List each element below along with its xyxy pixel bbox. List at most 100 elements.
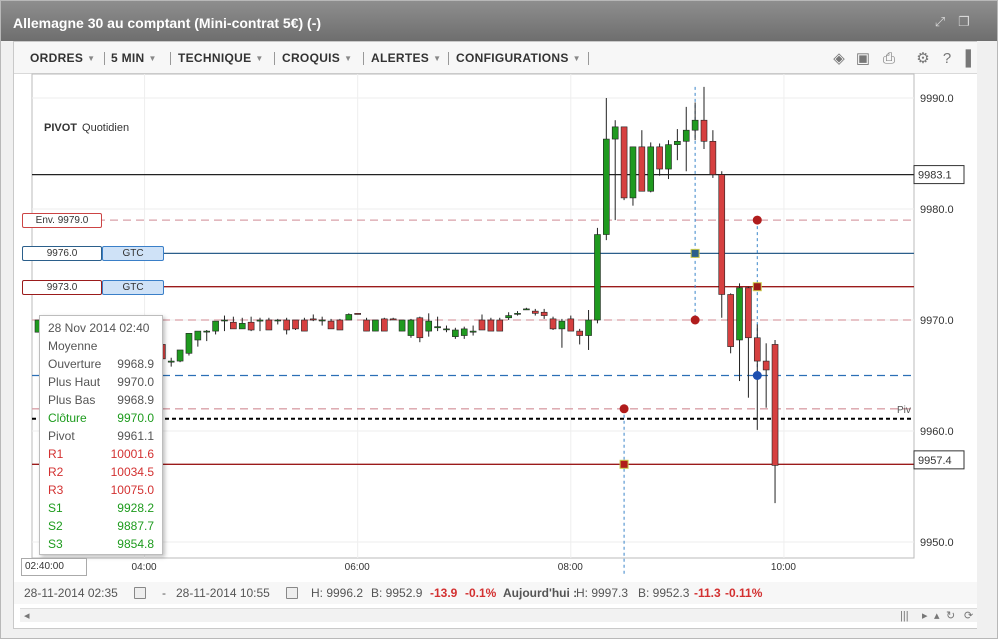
candle-body	[274, 319, 282, 322]
candle-body	[363, 319, 370, 332]
tooltip-row-label: Plus Bas	[48, 393, 96, 407]
tooltip-row-label: Ouverture	[48, 357, 102, 371]
pivot-tag: Piv	[897, 405, 911, 416]
candle-body	[407, 319, 415, 336]
indicator-name: PIVOT	[44, 122, 78, 134]
vertical-scrollbar[interactable]	[977, 41, 989, 629]
order-marker	[690, 315, 700, 325]
order-marker	[619, 459, 629, 469]
candle-body	[434, 326, 441, 329]
candle-body	[736, 287, 743, 341]
tooltip-row-label: Clôture	[48, 411, 87, 425]
reset-icon[interactable]: ⟳	[964, 609, 973, 623]
indicator-label: PIVOT Quotidien	[44, 122, 129, 134]
candle-body	[665, 144, 672, 170]
order-marker	[690, 248, 700, 258]
tooltip-row-label: S3	[48, 537, 63, 551]
candle-body	[478, 319, 486, 331]
candle-body	[656, 146, 663, 170]
candle-body	[469, 330, 477, 333]
candle-body	[372, 319, 379, 332]
y-tick-label: 9960.0	[920, 426, 954, 438]
candle-body	[336, 319, 344, 331]
scroll-thumb-icon[interactable]: |||	[900, 609, 909, 623]
candle-body	[443, 328, 450, 331]
tooltip-row-value: 10034.5	[110, 465, 154, 479]
gtc-tag[interactable]: GTC	[102, 279, 164, 295]
gtc-tag[interactable]: GTC	[102, 246, 164, 262]
candle-body	[700, 119, 708, 142]
tooltip-row-label: R2	[48, 465, 64, 479]
candle-body	[558, 320, 566, 330]
tooltip-row-value: 9887.7	[117, 519, 154, 533]
tooltip-row-value: 9961.1	[117, 429, 154, 443]
time-input[interactable]: 02:40:00	[21, 558, 87, 576]
candle-body	[620, 126, 628, 199]
x-tick-label: 04:00	[132, 562, 157, 573]
tooltip-row: R3 10075.0	[48, 481, 154, 499]
restore-icon[interactable]: ❐	[957, 15, 971, 29]
candle-body	[549, 318, 557, 330]
candle-body	[603, 138, 610, 235]
tooltip-rows: Ouverture 9968.9 Plus Haut 9970.0 Plus Bas 99…	[48, 355, 154, 553]
candle-body	[292, 319, 299, 330]
tooltip-date: 28 Nov 2014 02:40	[48, 321, 150, 335]
tooltip-row-value: 9968.9	[117, 393, 154, 407]
calendar-icon[interactable]	[134, 587, 146, 599]
candle-body	[265, 319, 273, 331]
maximize-icon[interactable]: ⤢	[933, 15, 947, 29]
candle-body	[345, 314, 353, 321]
candle-body	[398, 319, 406, 332]
candle-body	[327, 320, 335, 330]
tooltip-row-value: 10075.0	[110, 483, 154, 497]
range-dash: -	[162, 586, 166, 600]
today-change: -11.3	[694, 586, 721, 600]
y-tick-label: 9980.0	[920, 204, 954, 216]
candle-body	[745, 287, 752, 339]
candle-body	[523, 308, 530, 311]
tooltip-row-label: R3	[48, 483, 64, 497]
tooltip-row: R1 10001.6	[48, 445, 154, 463]
tooltip-row-label: Pivot	[48, 429, 75, 443]
line-label[interactable]: Env. 9979.0	[22, 213, 102, 229]
title-bar[interactable]: Allemagne 30 au comptant (Mini-contrat 5…	[1, 1, 997, 41]
zoom-in-icon[interactable]: ▴	[934, 609, 940, 623]
line-label[interactable]: 9976.0	[22, 246, 102, 262]
tooltip-row: Plus Bas 9968.9	[48, 391, 154, 409]
window-title: Allemagne 30 au comptant (Mini-contrat 5…	[13, 15, 322, 31]
candle-body	[762, 360, 770, 371]
tooltip-row-label: S2	[48, 519, 63, 533]
candle-body	[416, 317, 424, 339]
candle-body	[487, 319, 495, 332]
range-to: 28-11-2014 10:55	[176, 586, 270, 600]
candle-body	[167, 360, 175, 363]
candle-body	[647, 146, 655, 192]
candle-body	[718, 174, 726, 295]
candle-body	[709, 140, 717, 175]
candle-body	[638, 146, 646, 192]
calendar-icon[interactable]	[286, 587, 298, 599]
tooltip-row: Ouverture 9968.9	[48, 355, 154, 373]
line-label[interactable]: 9973.0	[22, 279, 102, 295]
tooltip-row-value: 9970.0	[117, 375, 154, 389]
candle-body	[238, 323, 246, 330]
x-tick-label: 06:00	[345, 562, 370, 573]
candle-body	[381, 318, 388, 332]
tooltip-row: S3 9854.8	[48, 535, 154, 553]
candle-body	[771, 344, 779, 466]
order-marker	[752, 215, 762, 225]
scroll-left-icon[interactable]: ◂	[24, 609, 30, 623]
chart-window: Allemagne 30 au comptant (Mini-contrat 5…	[0, 0, 998, 639]
candle-body	[496, 319, 504, 332]
range-low: B: 9952.9	[371, 586, 423, 600]
tooltip-row-value: 9970.0	[117, 411, 154, 425]
horizontal-scrollbar[interactable]: ◂ ||| ▸ ▴ ↻ ⟳	[20, 608, 980, 622]
range-change-pct: -0.1%	[465, 586, 497, 600]
candle-body	[594, 234, 601, 321]
tooltip-row: Plus Haut 9970.0	[48, 373, 154, 391]
candle-body	[691, 119, 699, 131]
tooltip-row-value: 9968.9	[117, 357, 154, 371]
refresh-icon[interactable]: ↻	[946, 609, 955, 623]
scroll-right-icon[interactable]: ▸	[922, 609, 928, 623]
candle-body	[460, 328, 468, 336]
